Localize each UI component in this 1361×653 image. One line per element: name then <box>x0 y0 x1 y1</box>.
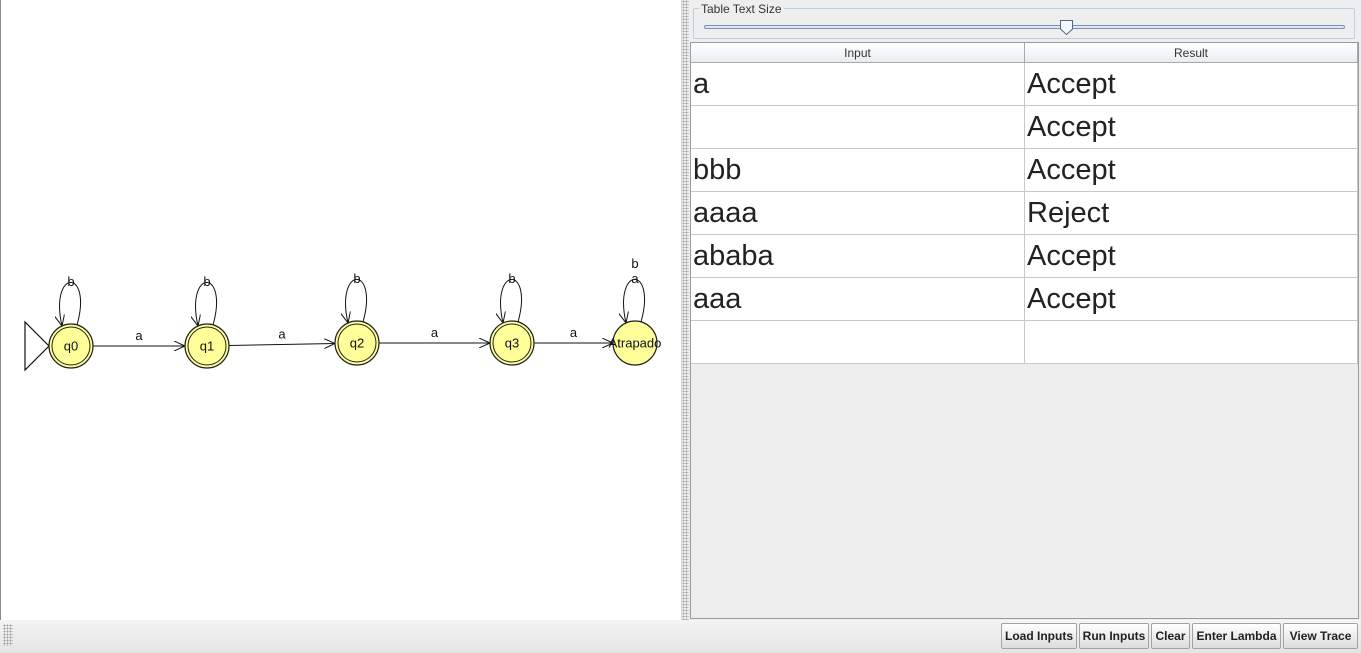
table-row[interactable]: bbb Accept <box>691 149 1358 192</box>
state-label: q2 <box>350 336 364 351</box>
input-cell[interactable]: aaaa <box>691 192 1025 235</box>
table-row[interactable] <box>691 321 1358 364</box>
split-pane-divider[interactable] <box>681 0 689 620</box>
table-header: Input Result <box>691 43 1358 63</box>
transition-label: b <box>508 271 515 286</box>
resize-grip-icon[interactable] <box>3 624 13 646</box>
transition-label: a <box>278 327 286 342</box>
column-header-result[interactable]: Result <box>1025 43 1358 63</box>
input-cell[interactable]: ababa <box>691 235 1025 278</box>
input-cell[interactable]: bbb <box>691 149 1025 192</box>
transition-label: b <box>67 274 74 289</box>
state-node[interactable]: q0 <box>48 323 94 369</box>
result-cell: Reject <box>1025 192 1358 235</box>
inputs-results-table[interactable]: Input Result a Accept Accept bbb Accept aaaa R… <box>690 42 1359 619</box>
table-text-size-group: Table Text Size <box>693 2 1355 39</box>
state-label: q0 <box>64 339 78 354</box>
bottom-button-bar: Load Inputs Run Inputs Clear Enter Lambd… <box>0 620 1361 653</box>
table-row[interactable]: aaa Accept <box>691 278 1358 321</box>
result-cell: Accept <box>1025 278 1358 321</box>
text-size-slider-track[interactable] <box>704 25 1345 29</box>
transition-label: a <box>631 271 639 286</box>
input-cell[interactable]: a <box>691 63 1025 106</box>
input-cell[interactable] <box>691 106 1025 149</box>
state-label: q3 <box>505 336 519 351</box>
result-cell: Accept <box>1025 235 1358 278</box>
run-inputs-button[interactable]: Run Inputs <box>1079 623 1149 649</box>
transition-label: a <box>431 325 439 340</box>
transition-label: b <box>631 256 638 271</box>
test-inputs-panel: Table Text Size Input Result a Accept Acce… <box>689 0 1361 620</box>
state-node[interactable]: q2 <box>334 320 380 366</box>
table-row[interactable]: aaaa Reject <box>691 192 1358 235</box>
automaton-editor-canvas[interactable]: bbbbba aaaa q0 q1 q2 q3 Atrapado <box>0 0 681 620</box>
result-cell: Accept <box>1025 63 1358 106</box>
table-row[interactable]: Accept <box>691 106 1358 149</box>
clear-button[interactable]: Clear <box>1151 623 1190 649</box>
table-row[interactable]: a Accept <box>691 63 1358 106</box>
state-node[interactable]: Atrapado <box>609 320 662 366</box>
transition-label: a <box>135 328 143 343</box>
state-label: Atrapado <box>609 336 662 351</box>
initial-state-marker-icon <box>24 320 50 372</box>
state-node[interactable]: q1 <box>184 323 230 369</box>
input-cell[interactable]: aaa <box>691 278 1025 321</box>
automaton-diagram: b b b bba aaaa q0 q1 q2 q3 Atrapado <box>24 256 662 372</box>
text-size-slider-thumb[interactable] <box>1059 19 1074 36</box>
input-cell[interactable] <box>691 321 1025 364</box>
result-cell: Accept <box>1025 149 1358 192</box>
load-inputs-button[interactable]: Load Inputs <box>1001 623 1077 649</box>
transition-label: a <box>570 325 578 340</box>
transition-label: b <box>203 274 210 289</box>
column-header-input[interactable]: Input <box>691 43 1025 63</box>
state-label: q1 <box>200 339 214 354</box>
view-trace-button[interactable]: View Trace <box>1283 623 1358 649</box>
table-row[interactable]: ababa Accept <box>691 235 1358 278</box>
slider-title: Table Text Size <box>699 2 784 16</box>
result-cell <box>1025 321 1358 364</box>
state-node[interactable]: q3 <box>489 320 535 366</box>
transition-edge[interactable] <box>228 343 335 345</box>
table-body: a Accept Accept bbb Accept aaaa Reject ababa Acc… <box>691 63 1358 364</box>
enter-lambda-button[interactable]: Enter Lambda <box>1192 623 1281 649</box>
result-cell: Accept <box>1025 106 1358 149</box>
transition-label: b <box>353 271 360 286</box>
